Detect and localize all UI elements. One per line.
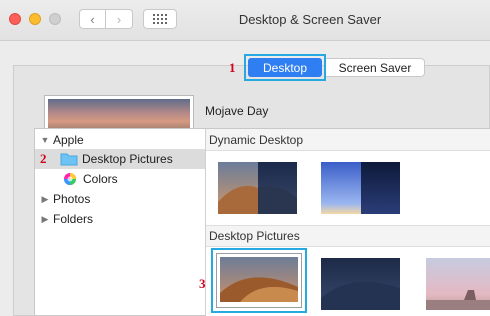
sidebar-group-photos[interactable]: ▶ Photos <box>35 189 205 209</box>
wallpaper-image <box>426 258 490 310</box>
wallpaper-image <box>220 257 298 302</box>
sidebar-group-apple[interactable]: ▼ Apple <box>35 130 205 150</box>
back-button[interactable]: ‹ <box>79 9 106 29</box>
wallpaper-preview-image <box>48 99 190 131</box>
color-wheel-icon <box>64 173 76 185</box>
source-sidebar: ▼ Apple 2 Desktop Pictures Colors ▶ Phot… <box>34 128 206 316</box>
disclosure-right-icon[interactable]: ▶ <box>39 194 51 205</box>
sidebar-item-colors[interactable]: Colors <box>35 169 205 189</box>
grid-icon <box>153 14 167 24</box>
minimize-window-button[interactable] <box>29 13 41 25</box>
section-header-dynamic: Dynamic Desktop <box>206 129 490 151</box>
wallpaper-image <box>321 258 400 310</box>
wallpaper-thumbnail-desert[interactable] <box>426 258 490 310</box>
tab-desktop-label: Desktop <box>248 58 322 77</box>
wallpaper-thumbnail-mojave-night[interactable] <box>321 258 400 310</box>
sidebar-group-label: Folders <box>53 212 94 226</box>
selection-frame <box>216 253 302 308</box>
tab-desktop[interactable]: Desktop <box>244 54 326 81</box>
sidebar-item-label: Desktop Pictures <box>82 152 173 166</box>
wallpaper-name: Mojave Day <box>205 104 269 118</box>
wallpaper-image <box>321 162 400 214</box>
wallpaper-thumbnail-mojave-day-selected[interactable] <box>211 248 307 313</box>
show-all-button[interactable] <box>143 9 177 29</box>
chevron-left-icon: ‹ <box>90 11 95 27</box>
folder-icon <box>60 153 78 166</box>
disclosure-down-icon[interactable]: ▼ <box>39 135 51 145</box>
section-header-pictures: Desktop Pictures <box>206 225 490 247</box>
sidebar-group-folders[interactable]: ▶ Folders <box>35 209 205 229</box>
wallpaper-thumbnail-mojave-dynamic[interactable] <box>218 162 297 214</box>
sidebar-group-label: Apple <box>53 133 84 147</box>
chevron-right-icon: › <box>116 11 122 27</box>
tab-screen-saver[interactable]: Screen Saver <box>326 58 425 77</box>
forward-button[interactable]: › <box>106 9 133 29</box>
sidebar-item-label: Colors <box>83 172 118 186</box>
close-window-button[interactable] <box>9 13 21 25</box>
maximize-window-button[interactable] <box>49 13 61 25</box>
step-marker-3: 3 <box>199 276 206 291</box>
step-marker-1: 1 <box>229 60 236 75</box>
disclosure-right-icon[interactable]: ▶ <box>39 214 51 225</box>
wallpaper-thumbnail-solar-gradients[interactable] <box>321 162 400 214</box>
window-title: Desktop & Screen Saver <box>238 12 382 27</box>
sidebar-item-desktop-pictures[interactable]: 2 Desktop Pictures <box>35 149 205 169</box>
sidebar-group-label: Photos <box>53 192 91 206</box>
step-marker-2: 2 <box>40 151 47 166</box>
wallpaper-image <box>218 162 297 214</box>
